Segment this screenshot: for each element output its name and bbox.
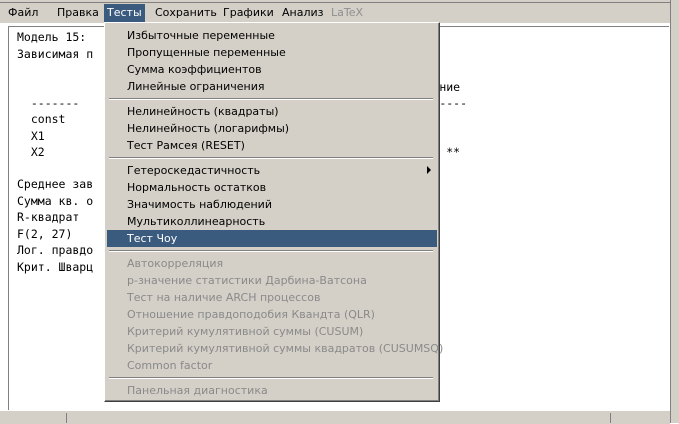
output-line: Модель 15: — [17, 30, 87, 44]
menu-separator — [109, 250, 433, 252]
menu-item-qlr[interactable]: Отношение правдоподобия Квандта (QLR) — [107, 306, 437, 323]
menu-latex[interactable]: LaTeX — [328, 4, 366, 22]
menu-item-reset-test[interactable]: Тест Рамсея (RESET) — [107, 137, 437, 154]
tests-dropdown-menu: Избыточные переменные Пропущенные переме… — [104, 22, 443, 402]
menu-item-nonlinearity-logs[interactable]: Нелинейность (логарифмы) — [107, 120, 437, 137]
menu-item-linear-restrictions[interactable]: Линейные ограничения — [107, 78, 437, 95]
menu-item-cusum[interactable]: Критерий кумулятивной суммы (CUSUM) — [107, 323, 437, 340]
menu-item-cusumsq[interactable]: Критерий кумулятивной суммы квадратов (C… — [107, 340, 443, 357]
menu-graphs[interactable]: Графики — [220, 4, 277, 22]
menu-item-panel-diagnostics[interactable]: Панельная диагностика — [107, 382, 437, 399]
output-line: Зависимая п — [17, 47, 94, 61]
menu-item-sum-coefficients[interactable]: Сумма коэффициентов — [107, 61, 437, 78]
menu-item-collinearity[interactable]: Мультиколлинеарность — [107, 213, 437, 230]
menu-item-label: Гетероскедастичность — [127, 164, 261, 177]
menu-edit[interactable]: Правка — [54, 4, 102, 22]
menu-item-chow-test[interactable]: Тест Чоу — [107, 230, 437, 247]
menu-item-influence[interactable]: Значимость наблюдений — [107, 196, 437, 213]
status-bar — [0, 410, 670, 424]
menu-item-redundant-vars[interactable]: Избыточные переменные — [107, 27, 437, 44]
menu-item-dw-pvalue[interactable]: p-значение статистики Дарбина-Ватсона — [107, 272, 437, 289]
menu-item-omitted-vars[interactable]: Пропущенные переменные — [107, 44, 437, 61]
menu-separator — [109, 377, 433, 379]
menu-bar: Файл Правка Тесты Сохранить Графики Анал… — [0, 3, 670, 23]
menu-separator — [109, 98, 433, 100]
window-right-frame — [670, 0, 679, 423]
menu-tests[interactable]: Тесты — [104, 4, 145, 22]
menu-save[interactable]: Сохранить — [152, 4, 220, 22]
menu-item-normality[interactable]: Нормальность остатков — [107, 179, 437, 196]
menu-separator — [109, 157, 433, 159]
menu-file[interactable]: Файл — [5, 4, 41, 22]
menu-item-nonlinearity-squares[interactable]: Нелинейность (квадраты) — [107, 103, 437, 120]
submenu-arrow-icon — [427, 166, 431, 174]
menu-item-heteroskedasticity[interactable]: Гетероскедастичность — [107, 162, 437, 179]
menu-item-arch[interactable]: Тест на наличие ARCH процессов — [107, 289, 437, 306]
menu-analysis[interactable]: Анализ — [279, 4, 327, 22]
menu-item-autocorrelation[interactable]: Автокорреляция — [107, 255, 437, 272]
menu-item-common-factor[interactable]: Common factor — [107, 357, 437, 374]
